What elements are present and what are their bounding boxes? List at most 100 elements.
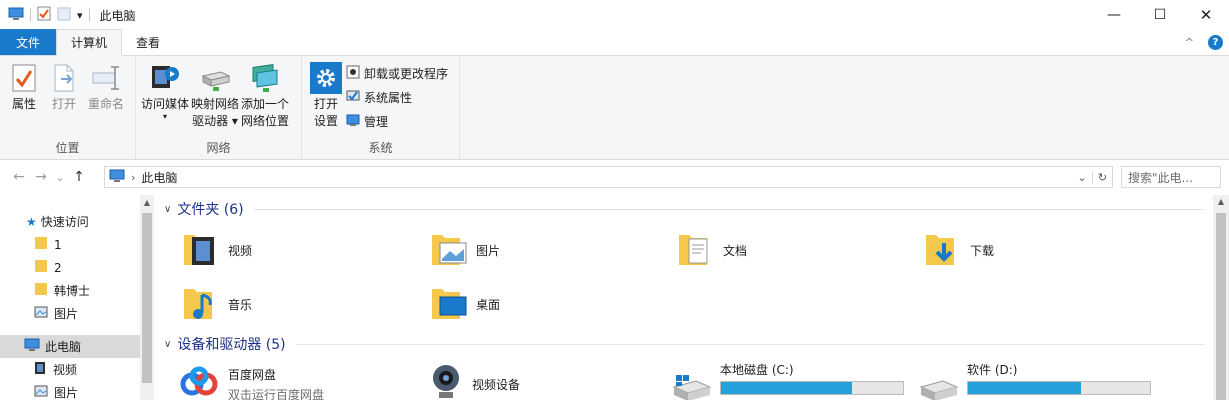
desktop-folder-icon <box>430 283 468 326</box>
content-scrollbar[interactable]: ▲ <box>1213 195 1229 400</box>
ribbon-tabs: 文件 计算机 查看 ^ ? <box>0 29 1229 56</box>
music-folder-icon <box>182 283 220 326</box>
back-button[interactable]: ← <box>8 169 30 185</box>
quick-access-toolbar: ▾ <box>0 6 90 24</box>
sidebar-item-pictures-2[interactable]: 图片 <box>0 381 140 400</box>
picture-icon <box>34 385 48 400</box>
ribbon: 属性 打开 重命名 位置 访问媒体 ▾ 映射网络 驱动器 ▾ 添加一个 网络位置… <box>0 56 1229 160</box>
device-subtitle: 双击运行百度网盘 <box>228 388 325 400</box>
folder-pictures[interactable]: 图片 <box>430 229 500 272</box>
breadcrumb-location[interactable]: 此电脑 <box>141 169 177 186</box>
ribbon-group-label: 位置 <box>55 141 80 155</box>
sidebar-item-label: 2 <box>54 260 62 275</box>
rename-label: 重命名 <box>88 97 125 111</box>
device-label: 本地磁盘 (C:) <box>720 363 794 377</box>
tab-view[interactable]: 查看 <box>122 29 174 55</box>
device-label: 百度网盘 <box>228 368 277 382</box>
scroll-up-icon[interactable]: ▲ <box>1213 197 1229 206</box>
sidebar-item-videos[interactable]: 视频 <box>0 358 140 381</box>
refresh-button[interactable]: ↻ <box>1092 170 1112 184</box>
sidebar-item-label: 此电脑 <box>45 340 82 354</box>
address-bar[interactable]: › 此电脑 ⌄ ↻ <box>104 166 1113 188</box>
drive-icon <box>919 375 959 400</box>
network-drive-icon <box>199 62 231 94</box>
add-location-label-line1: 添加一个 <box>241 97 290 111</box>
search-input[interactable]: 搜索"此电... <box>1121 166 1221 188</box>
device-video-device[interactable]: 视频设备 <box>428 362 520 400</box>
section-divider <box>253 208 1204 210</box>
device-baidu-netdisk[interactable]: 百度网盘 双击运行百度网盘 <box>178 366 324 400</box>
manage-label: 管理 <box>364 115 389 129</box>
sidebar-item-folder-1[interactable]: 1 <box>0 233 140 256</box>
folder-icon <box>34 282 48 299</box>
scrollbar-thumb[interactable] <box>142 213 152 383</box>
tab-computer[interactable]: 计算机 <box>56 29 123 56</box>
ribbon-group-location: 属性 打开 重命名 位置 <box>0 56 136 160</box>
sidebar-scrollbar[interactable]: ▲ <box>140 195 154 400</box>
sidebar-item-quick-access[interactable]: ★ 快速访问 <box>0 210 140 233</box>
maximize-button[interactable]: ☐ <box>1137 0 1183 30</box>
chevron-down-icon: ∨ <box>164 203 172 215</box>
section-header-folders[interactable]: ∨ 文件夹 (6) <box>164 199 1204 219</box>
system-properties-button[interactable]: 系统属性 <box>346 88 448 107</box>
folder-label: 视频 <box>228 244 253 258</box>
address-controls: ⌄ ↻ <box>1072 167 1112 187</box>
sidebar-item-folder-hanboshi[interactable]: 韩博士 <box>0 279 140 302</box>
minimize-button[interactable]: — <box>1091 0 1137 30</box>
device-label: 视频设备 <box>472 378 521 392</box>
network-location-icon <box>249 62 281 94</box>
drive-usage-fill <box>968 382 1081 394</box>
close-button[interactable]: ✕ <box>1183 0 1229 30</box>
sidebar-item-this-pc[interactable]: 此电脑 <box>0 335 140 358</box>
scroll-up-icon[interactable]: ▲ <box>140 198 154 207</box>
pictures-folder-icon <box>430 229 468 272</box>
window-title: 此电脑 <box>99 8 136 23</box>
device-software-d[interactable]: 软件 (D:) <box>919 361 1151 400</box>
device-local-disk-c[interactable]: 本地磁盘 (C:) <box>672 361 904 400</box>
rename-icon <box>90 62 122 94</box>
gear-icon <box>310 62 342 94</box>
open-icon <box>48 62 80 94</box>
videos-folder-icon <box>182 229 220 272</box>
up-button[interactable]: ↑ <box>68 169 90 185</box>
uninstall-button[interactable]: 卸载或更改程序 <box>346 64 448 83</box>
folder-icon <box>34 259 48 276</box>
computer-icon[interactable] <box>8 7 24 24</box>
collapse-ribbon-icon[interactable]: ^ <box>1185 36 1194 49</box>
open-label: 打开 <box>51 97 76 111</box>
address-dropdown-button[interactable]: ⌄ <box>1072 171 1092 184</box>
help-icon[interactable]: ? <box>1208 35 1223 50</box>
title-bar: ▾ 此电脑 — ☐ ✕ <box>0 0 1229 30</box>
navigation-bar: ← → ⌄ ↑ › 此电脑 ⌄ ↻ 搜索"此电... <box>0 161 1229 193</box>
folder-documents[interactable]: 文档 <box>677 229 747 272</box>
properties-icon[interactable] <box>37 6 51 24</box>
sidebar-item-pictures[interactable]: 图片 <box>0 302 140 325</box>
folder-music[interactable]: 音乐 <box>182 283 252 326</box>
manage-button[interactable]: 管理 <box>346 112 448 131</box>
breadcrumb-arrow[interactable]: › <box>131 171 135 184</box>
computer-icon <box>24 338 40 355</box>
map-drive-label-line2: 驱动器 ▾ <box>192 114 238 128</box>
folder-videos[interactable]: 视频 <box>182 229 252 272</box>
computer-icon <box>109 169 125 186</box>
tab-file[interactable]: 文件 <box>0 29 56 55</box>
sidebar-item-label: 快速访问 <box>40 215 89 229</box>
navigation-pane: ★ 快速访问 1 2 韩博士 图片 此电脑 视频 图片 ▲ <box>0 195 154 400</box>
folder-label: 桌面 <box>476 298 501 312</box>
chevron-down-icon: ∨ <box>164 338 172 350</box>
scrollbar-thumb[interactable] <box>1216 213 1226 400</box>
sidebar-item-label: 1 <box>54 237 62 252</box>
recent-locations-button[interactable]: ⌄ <box>52 171 68 184</box>
new-folder-icon[interactable] <box>57 7 71 24</box>
qat-dropdown-icon[interactable]: ▾ <box>77 9 83 22</box>
folder-downloads[interactable]: 下载 <box>924 229 994 272</box>
forward-button[interactable]: → <box>30 169 52 185</box>
add-location-label-line2: 网络位置 <box>241 114 290 128</box>
section-header-devices[interactable]: ∨ 设备和驱动器 (5) <box>164 334 1204 354</box>
device-info: 软件 (D:) <box>967 361 1151 395</box>
folder-label: 下载 <box>970 244 995 258</box>
folder-desktop[interactable]: 桌面 <box>430 283 500 326</box>
qat-divider <box>30 8 31 22</box>
manage-icon <box>346 113 360 130</box>
sidebar-item-folder-2[interactable]: 2 <box>0 256 140 279</box>
